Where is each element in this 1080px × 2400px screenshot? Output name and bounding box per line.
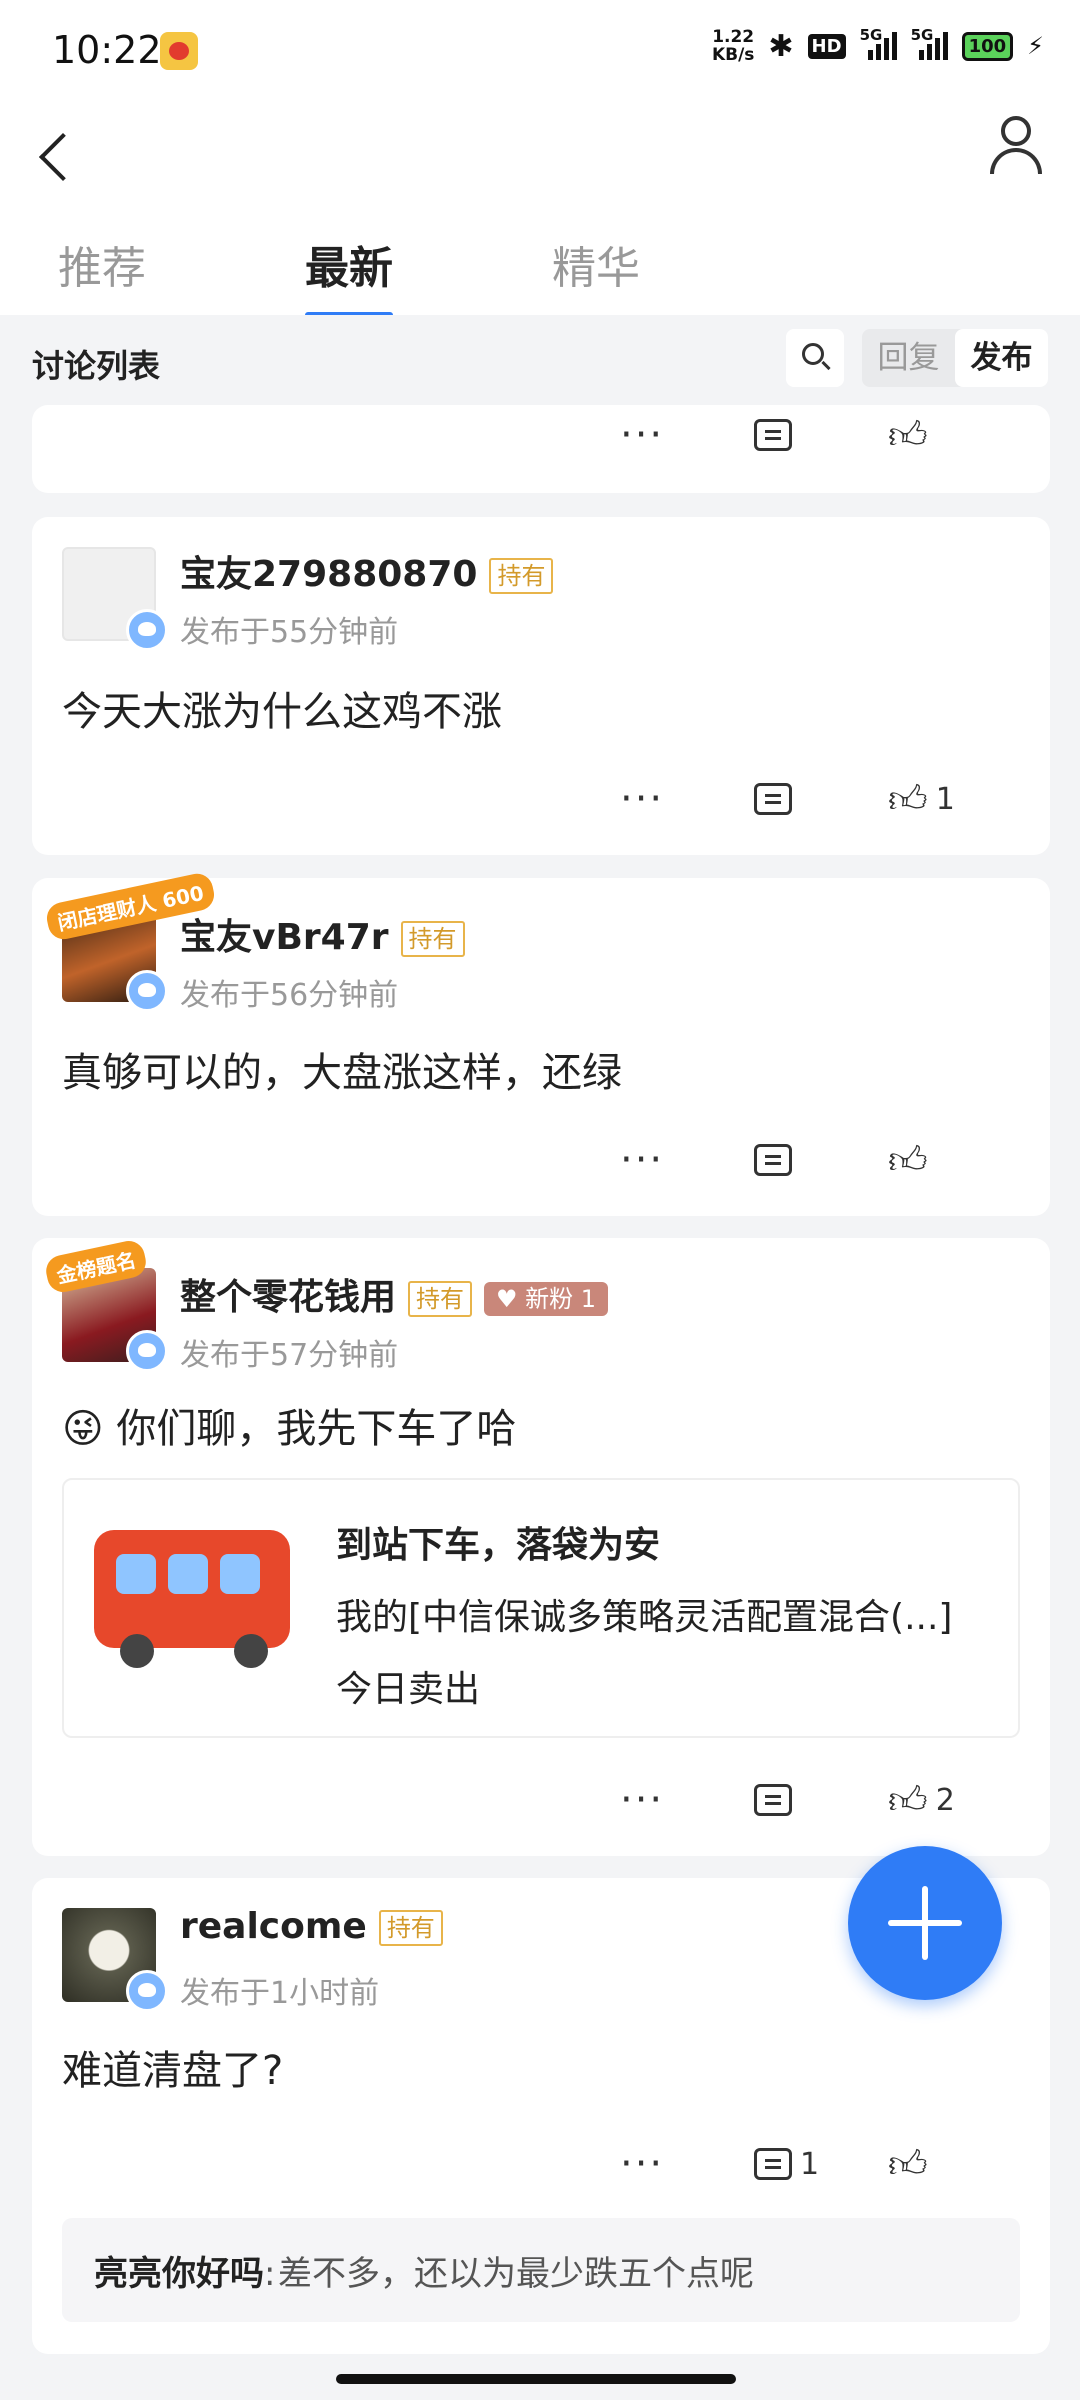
holding-tag: 持有: [378, 1910, 443, 1946]
verified-badge-icon: [126, 609, 168, 651]
hd-icon: HD: [807, 33, 846, 59]
like-button[interactable]: 👍︎ 1: [888, 769, 955, 829]
network-speed: 1.22 KB/s: [711, 27, 755, 65]
avatar[interactable]: 闭店理财人 600: [43, 870, 217, 1012]
share-card-sub: 今日卖出: [336, 1669, 481, 1710]
comment-button[interactable]: 1: [754, 2134, 819, 2194]
thumbs-up-icon: 👍︎: [888, 1778, 928, 1822]
like-button[interactable]: 👍︎: [888, 2134, 928, 2194]
post-time: 发布于55分钟前: [180, 615, 399, 650]
holding-tag: 持有: [400, 921, 465, 957]
status-bar: 10:22 1.22 KB/s ✱ HD 5G 5G 100 ⚡: [0, 0, 1080, 100]
comment-icon: [754, 419, 792, 451]
reply-author: 亮亮你好吗:: [94, 2254, 276, 2294]
post-content[interactable]: 难道清盘了?: [62, 2038, 283, 2096]
tab-featured[interactable]: 精华: [552, 232, 640, 296]
post-card[interactable]: 金榜题名 整个零花钱用 持有 ♥ 新粉 1 发布于57分钟前 😜 你们聊，我先下车了…: [32, 1238, 1050, 1856]
thumbs-up-icon: 👍︎: [888, 2142, 928, 2186]
comment-button[interactable]: [754, 405, 792, 465]
search-icon[interactable]: [786, 329, 844, 387]
more-icon[interactable]: ···: [620, 405, 664, 465]
verified-badge-icon: [126, 1330, 168, 1372]
weibo-notification-icon: [160, 32, 198, 70]
post-time: 发布于56分钟前: [180, 978, 399, 1013]
bus-illustration-icon: [94, 1530, 294, 1670]
share-card-title: 到站下车，落袋为安: [336, 1525, 661, 1566]
post-card[interactable]: 宝友279880870 持有 发布于55分钟前 今天大涨为什么这鸡不涨 ··· 👍…: [32, 517, 1050, 855]
username[interactable]: 宝友vBr47r 持有: [180, 908, 465, 960]
comment-button[interactable]: [754, 1130, 792, 1190]
bluetooth-icon: ✱: [768, 28, 794, 64]
thumbs-up-icon: 👍︎: [888, 413, 928, 457]
thumbs-up-icon: 👍︎: [888, 777, 928, 821]
signal-icon-2: 5G: [911, 26, 948, 60]
like-count: 2: [935, 1782, 955, 1818]
sort-by-reply[interactable]: 回复: [862, 329, 955, 387]
holding-tag: 持有: [489, 558, 554, 594]
post-time: 发布于57分钟前: [180, 1338, 399, 1373]
comment-icon: [754, 2148, 792, 2180]
post-card-partial: ··· 👍︎: [32, 405, 1050, 493]
share-card-desc: 我的[中信保诚多策略灵活配置混合(...]: [336, 1597, 953, 1638]
comment-icon: [754, 1784, 792, 1816]
username[interactable]: realcome 持有: [180, 1906, 443, 1947]
post-card[interactable]: 闭店理财人 600 宝友vBr47r 持有 发布于56分钟前 真够可以的，大盘涨这…: [32, 870, 1050, 1216]
plus-icon[interactable]: [848, 1846, 1002, 2000]
holding-tag: 持有: [408, 1281, 473, 1317]
like-button[interactable]: 👍︎: [888, 1130, 936, 1190]
verified-badge-icon: [126, 1970, 168, 2012]
verified-badge-icon: [126, 970, 168, 1012]
more-icon[interactable]: ···: [620, 1770, 664, 1830]
more-icon[interactable]: ···: [620, 2134, 664, 2194]
more-icon[interactable]: ···: [620, 769, 664, 829]
like-button[interactable]: 👍︎ 2: [888, 1770, 955, 1830]
thumbs-up-icon: 👍︎: [888, 1138, 928, 1182]
sort-toggle: 回复 发布: [862, 329, 1048, 387]
reply-text: 差不多，还以为最少跌五个点呢: [278, 2254, 754, 2294]
post-content[interactable]: 真够可以的，大盘涨这样，还绿: [62, 1040, 622, 1098]
discussion-header: 讨论列表 回复 发布: [0, 315, 1080, 405]
back-arrow-icon[interactable]: [32, 120, 92, 190]
tab-recommended[interactable]: 推荐: [58, 232, 146, 296]
comment-count: 1: [800, 2146, 820, 2182]
signal-icon: 5G: [860, 26, 897, 60]
like-button[interactable]: 👍︎: [888, 405, 928, 465]
post-time: 发布于1小时前: [180, 1976, 380, 2011]
wink-emoji-icon: 😜: [62, 1406, 104, 1452]
tab-latest[interactable]: 最新: [305, 232, 393, 318]
post-content[interactable]: 😜 你们聊，我先下车了哈: [62, 1396, 516, 1454]
avatar[interactable]: [62, 547, 168, 651]
charging-icon: ⚡: [1027, 32, 1044, 60]
avatar[interactable]: 金榜题名: [43, 1238, 168, 1372]
section-title: 讨论列表: [32, 347, 161, 385]
nav-bar: [0, 100, 1080, 210]
comment-button[interactable]: [754, 1770, 792, 1830]
tab-bar: 推荐 最新 精华: [0, 210, 1080, 318]
battery-icon: 100: [961, 31, 1014, 61]
sort-by-post[interactable]: 发布: [955, 329, 1048, 387]
username[interactable]: 整个零花钱用 持有 ♥ 新粉 1: [180, 1268, 609, 1320]
comment-icon: [754, 1144, 792, 1176]
comment-button[interactable]: [754, 769, 792, 829]
more-icon[interactable]: ···: [620, 1130, 664, 1190]
status-time: 10:22: [52, 28, 162, 72]
username[interactable]: 宝友279880870 持有: [180, 545, 554, 597]
home-indicator[interactable]: [336, 2374, 736, 2384]
comment-icon: [754, 783, 792, 815]
like-count: 1: [935, 781, 955, 817]
trade-share-card[interactable]: 到站下车，落袋为安 我的[中信保诚多策略灵活配置混合(...] 今日卖出: [62, 1478, 1020, 1738]
post-content[interactable]: 今天大涨为什么这鸡不涨: [62, 679, 502, 737]
avatar[interactable]: [62, 1908, 168, 2012]
new-fan-badge: ♥ 新粉 1: [484, 1282, 609, 1316]
user-icon[interactable]: [986, 114, 1046, 178]
reply-preview[interactable]: 亮亮你好吗: 差不多，还以为最少跌五个点呢: [62, 2218, 1020, 2322]
